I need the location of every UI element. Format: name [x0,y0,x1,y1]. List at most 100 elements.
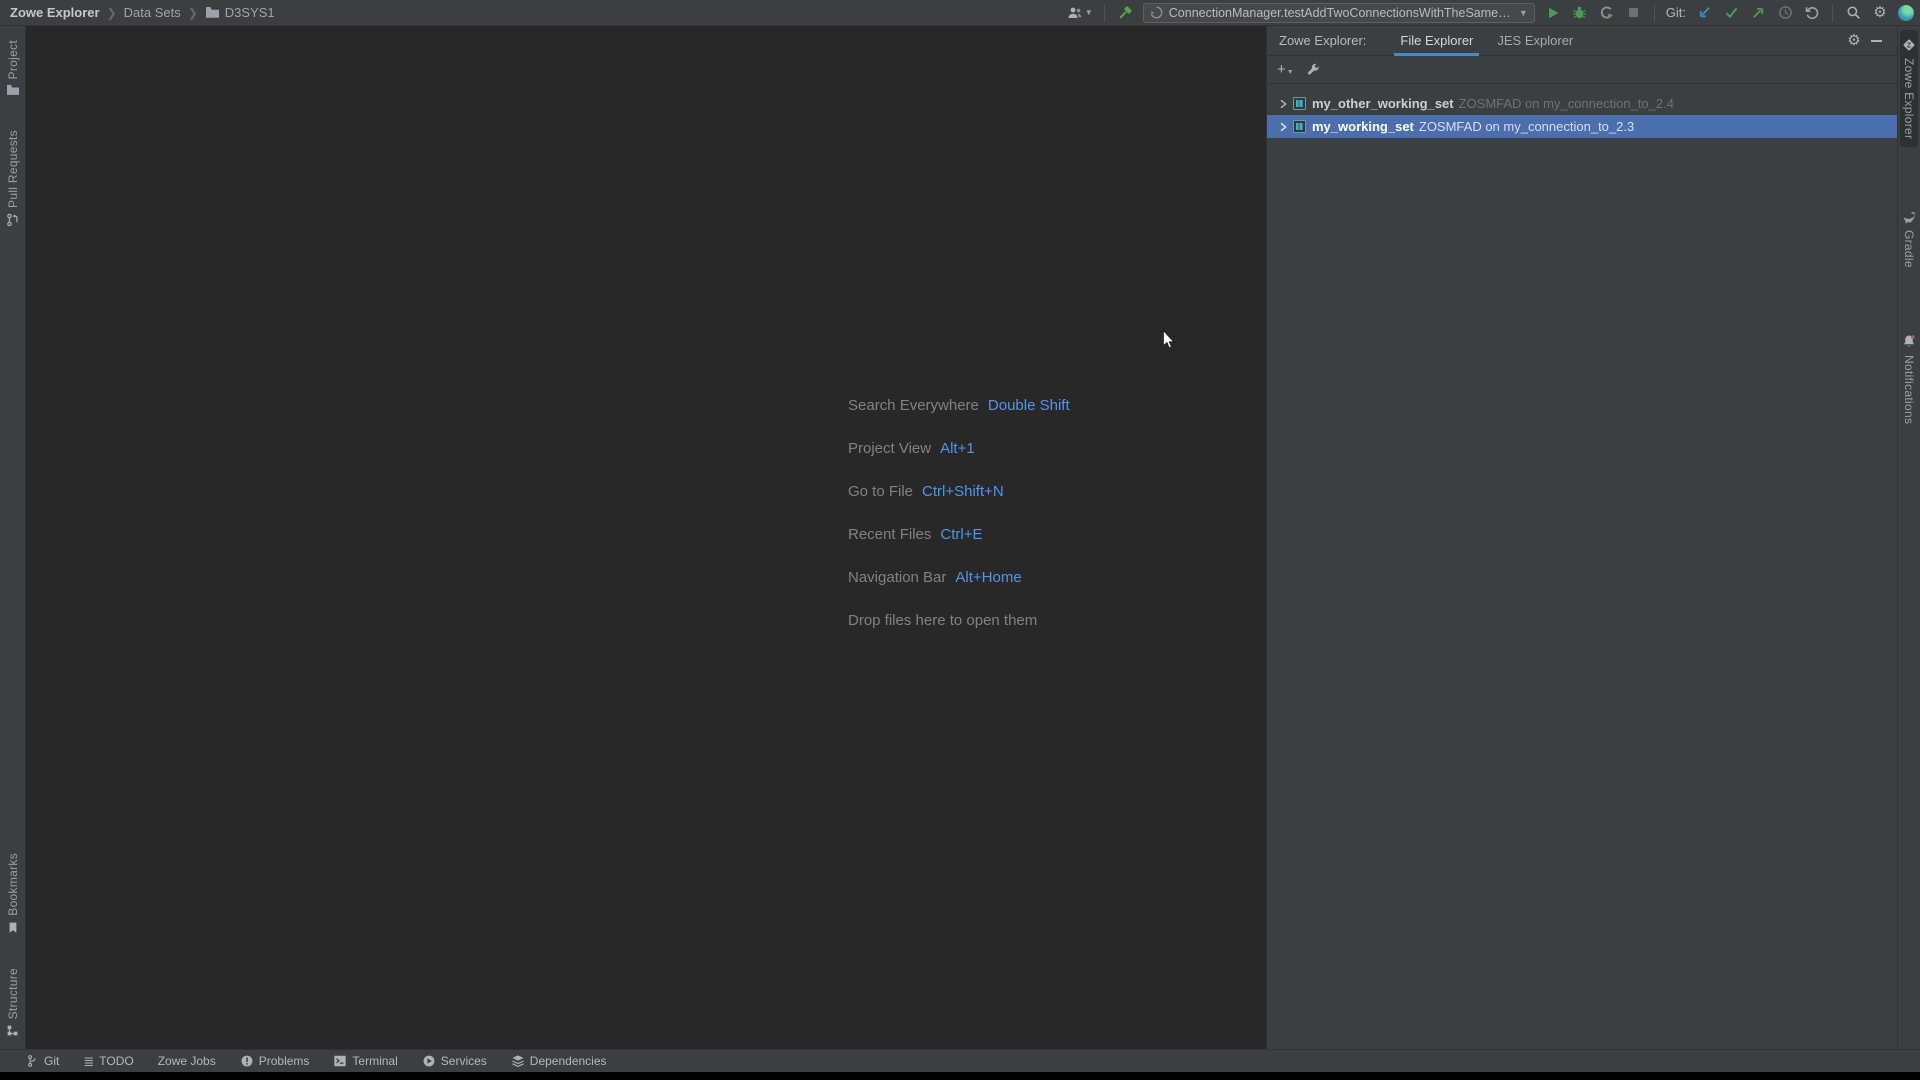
breadcrumb: Zowe Explorer ❯ Data Sets ❯ D3SYS1 [10,5,275,20]
working-set-detail: ZOSMFAD on my_connection_to_2.4 [1458,96,1674,111]
structure-icon [7,1025,18,1036]
editor-area: Search Everywhere Double Shift Project V… [26,26,1266,1049]
stop-icon [1629,8,1639,17]
profile-gradient-icon[interactable] [1898,4,1914,21]
toolbar-divider [1832,3,1833,22]
code-with-me-users-button[interactable]: ▼ [1067,4,1093,22]
run-configuration-name: ConnectionManager.testAddTwoConnectionsW… [1168,5,1513,20]
shortcut-hint-row: Project View Alt+1 [848,427,1070,470]
zowe-explorer-tool-label: Zowe Explorer [1902,58,1916,140]
pull-requests-tool-label: Pull Requests [5,130,20,209]
drop-files-hint-row: Drop files here to open them [848,599,1070,642]
search-everywhere-button[interactable] [1844,4,1862,22]
breadcrumb-root[interactable]: Zowe Explorer [10,5,100,20]
gradle-tool-label: Gradle [1902,230,1916,269]
debug-button[interactable] [1571,4,1589,22]
bookmarks-tool-label: Bookmarks [5,852,20,916]
toolwindow-todo[interactable]: ≣ TODO [83,1054,133,1068]
chevron-right-icon[interactable] [1275,96,1291,112]
run-button[interactable] [1544,4,1562,22]
play-icon [1548,7,1559,18]
sidebar-item-project[interactable]: Project [3,34,23,102]
notifications-tool-label: Notifications [1902,355,1916,425]
gradle-icon [1903,212,1915,224]
problems-label: Problems [258,1054,310,1068]
git-push-button[interactable] [1749,4,1767,22]
plus-icon: + [1277,61,1286,78]
coverage-icon [1601,6,1614,19]
shortcut-hint-row: Search Everywhere Double Shift [848,384,1070,427]
toolwindow-services[interactable]: Services [422,1054,487,1068]
top-toolbar: Zowe Explorer ❯ Data Sets ❯ D3SYS1 ▼ Con… [0,0,1920,26]
sidebar-item-bookmarks[interactable]: Bookmarks [3,847,23,940]
sidebar-item-structure[interactable]: Structure [3,962,23,1043]
toolwindow-terminal[interactable]: Terminal [333,1054,398,1068]
shortcut-action: Navigation Bar [848,569,947,586]
toolwindow-dependencies[interactable]: Dependencies [511,1054,607,1068]
working-set-tree: my_other_working_set ZOSMFAD on my_conne… [1267,84,1897,138]
shortcut-keys: Ctrl+Shift+N [922,483,1004,500]
services-label: Services [440,1054,487,1068]
tree-row-working-set[interactable]: my_working_set ZOSMFAD on my_connection_… [1267,115,1897,138]
git-label: Git [44,1054,60,1068]
sidebar-item-notifications[interactable]: Notifications [1900,326,1918,432]
panel-header: Zowe Explorer: File Explorer JES Explore… [1267,26,1897,56]
gear-icon: ⚙ [1873,4,1887,21]
toolwindow-git[interactable]: Git [26,1054,59,1068]
add-working-set-button[interactable]: + ▼ [1277,61,1294,78]
run-configuration-select[interactable]: ConnectionManager.testAddTwoConnectionsW… [1142,2,1535,23]
git-commit-button[interactable] [1722,4,1740,22]
bell-icon [1903,335,1915,347]
toolwindow-zowe-jobs[interactable]: Zowe Jobs [158,1054,216,1068]
mouse-cursor [1160,330,1178,350]
zowe-jobs-label: Zowe Jobs [157,1054,216,1068]
terminal-icon [334,1055,347,1067]
git-actions-label: Git: [1665,5,1686,20]
services-icon [423,1055,435,1067]
sidebar-item-pull-requests[interactable]: Pull Requests [3,124,23,233]
edit-working-set-button[interactable] [1306,63,1320,77]
minimize-icon [1870,39,1882,42]
run-with-coverage-button[interactable] [1598,4,1616,22]
bookmark-icon [9,922,16,933]
settings-button[interactable]: ⚙ [1871,4,1889,22]
build-project-button[interactable] [1116,4,1134,22]
chevron-down-icon: ▼ [1518,7,1528,18]
git-branch-icon [28,1055,36,1067]
main-area: Project Pull Requests Bookmarks Structur… [0,26,1920,1049]
sidebar-item-zowe-explorer[interactable]: Z Zowe Explorer [1900,30,1918,148]
clock-icon [1778,6,1792,19]
users-icon [1068,7,1082,18]
shortcut-keys: Alt+1 [940,440,975,457]
left-stripe-bottom-group: Bookmarks Structure [3,847,23,1043]
panel-settings-button[interactable]: ⚙ [1843,30,1865,52]
breadcrumb-data-sets[interactable]: Data Sets [124,5,181,20]
todo-label: TODO [99,1054,134,1068]
toolwindow-problems[interactable]: Problems [240,1054,310,1068]
sidebar-item-gradle[interactable]: Gradle [1900,203,1919,276]
panel-hide-button[interactable] [1865,30,1887,52]
working-set-detail: ZOSMFAD on my_connection_to_2.3 [1418,119,1635,134]
panel-toolbar: + ▼ [1267,56,1897,84]
search-icon [1847,6,1860,19]
stop-button[interactable] [1625,4,1643,22]
shortcut-hint-row: Go to File Ctrl+Shift+N [848,470,1070,513]
editor-shortcut-hints: Search Everywhere Double Shift Project V… [848,384,1070,642]
tree-row-other-working-set[interactable]: my_other_working_set ZOSMFAD on my_conne… [1267,92,1897,115]
shortcut-hint-row: Navigation Bar Alt+Home [848,556,1070,599]
rollback-button[interactable] [1803,4,1821,22]
pull-request-icon [6,214,18,227]
tab-file-explorer[interactable]: File Explorer [1388,26,1485,56]
zowe-icon: Z [1903,39,1915,51]
working-set-icon [1293,97,1306,110]
breadcrumb-dataset[interactable]: D3SYS1 [205,5,275,20]
wrench-icon [1307,63,1319,75]
bottom-black-strip [0,1072,1920,1080]
tab-jes-explorer[interactable]: JES Explorer [1485,26,1585,56]
toolbar-divider [1653,3,1655,22]
history-button[interactable] [1776,4,1794,22]
chevron-right-icon[interactable] [1275,119,1291,135]
svg-text:Z: Z [1907,43,1912,50]
git-update-button[interactable] [1695,4,1713,22]
checkmark-icon [1725,7,1737,19]
